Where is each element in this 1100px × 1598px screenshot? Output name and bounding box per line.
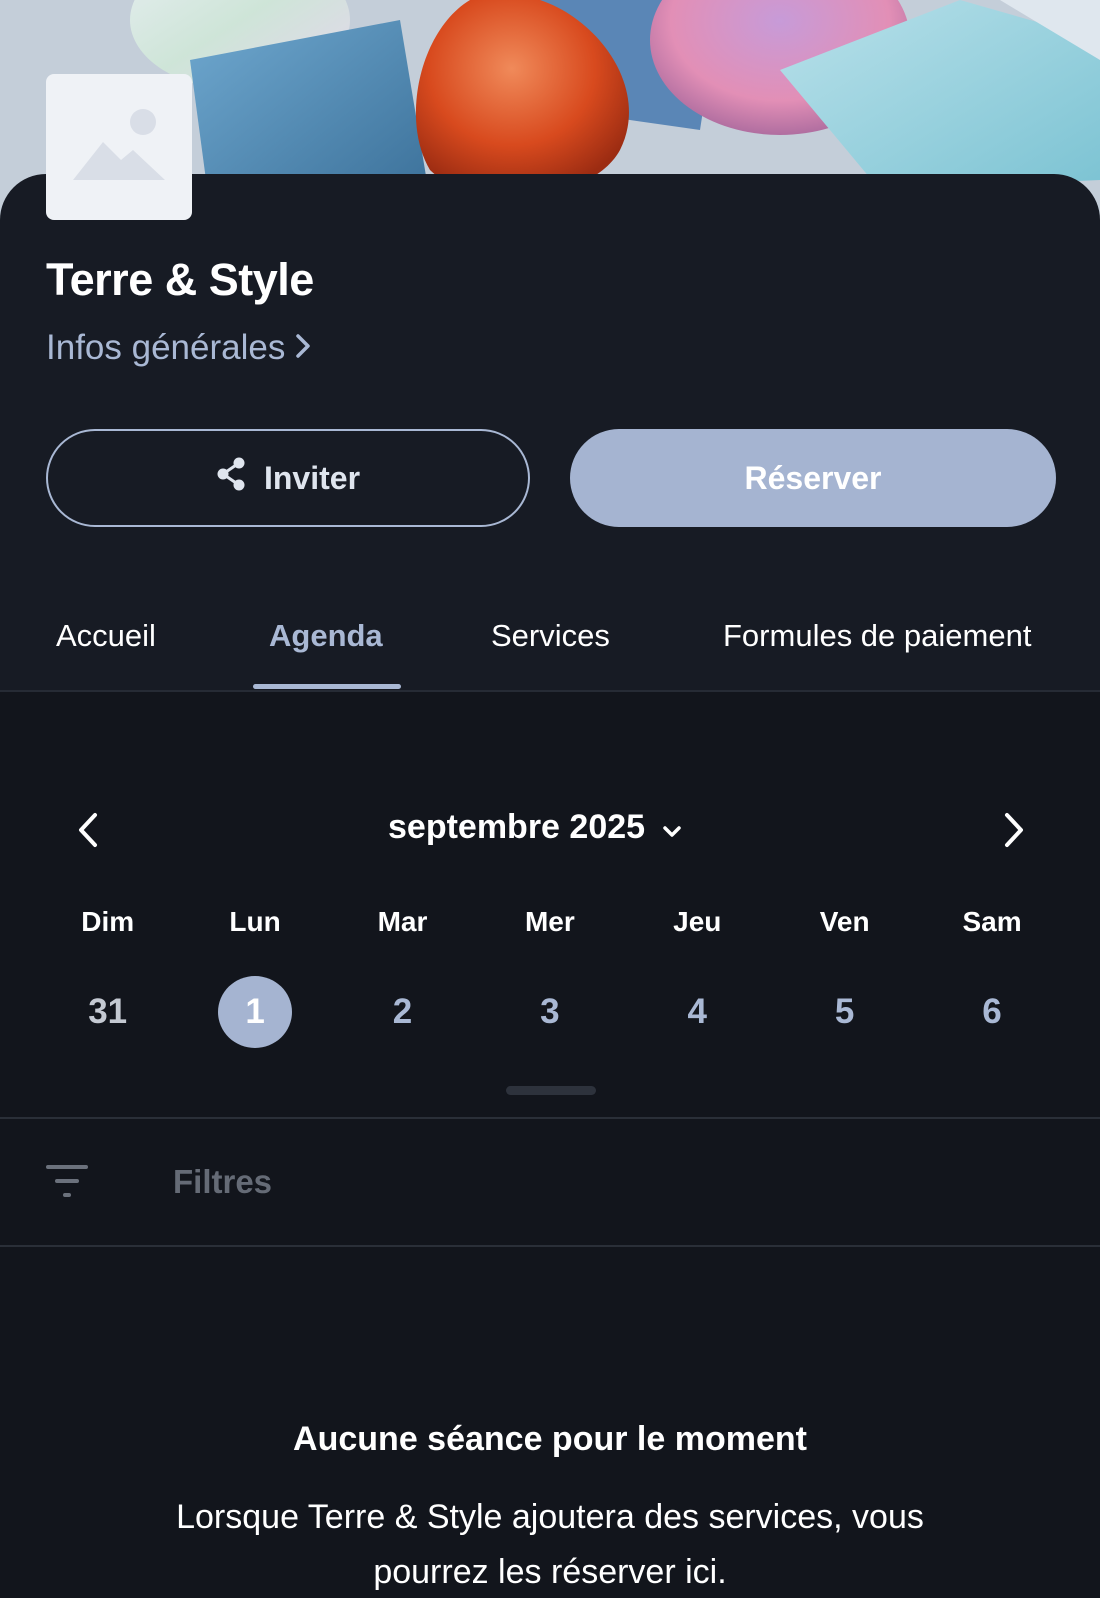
- day-cell-selected[interactable]: 1: [181, 976, 328, 1048]
- weekday-label: Jeu: [673, 906, 722, 937]
- weekday-label: Sam: [962, 906, 1022, 937]
- weekday-label: Mer: [524, 906, 575, 937]
- day-cell[interactable]: 4: [624, 976, 771, 1048]
- active-tab-indicator: [253, 684, 401, 689]
- section-tabs: Accueil Agenda Services Formules de paie…: [0, 600, 1100, 690]
- image-placeholder-icon: [73, 108, 165, 187]
- weekday-label: Dim: [81, 906, 135, 937]
- weekday-label: Ven: [819, 906, 870, 937]
- tab-accueil[interactable]: Accueil: [56, 618, 156, 654]
- business-title: Terre & Style: [46, 254, 314, 305]
- weekday-label: Mar: [377, 906, 428, 937]
- next-week-button[interactable]: [984, 802, 1044, 862]
- tab-agenda[interactable]: Agenda: [269, 618, 383, 654]
- business-logo: [46, 74, 192, 220]
- weekday-label: Lun: [229, 906, 281, 937]
- expand-calendar-handle[interactable]: [506, 1086, 596, 1095]
- chevron-right-icon: [1003, 812, 1025, 853]
- month-label: septembre 2025: [388, 808, 646, 846]
- share-icon: [216, 457, 246, 499]
- day-number: 31: [88, 992, 128, 1031]
- tab-formules-de-paiement[interactable]: Formules de paiement: [723, 618, 1031, 654]
- filters-bar[interactable]: Filtres: [0, 1119, 1100, 1245]
- day-cell[interactable]: 5: [771, 976, 918, 1048]
- chevron-left-icon: [77, 812, 99, 853]
- month-selector[interactable]: septembre 2025: [388, 808, 681, 847]
- chevron-right-icon: [295, 328, 311, 368]
- weekday-header-row: Dim Lun Mar Mer Jeu Ven Sam: [34, 906, 1066, 938]
- book-button[interactable]: Réserver: [570, 429, 1056, 527]
- week-calendar: septembre 2025 Dim Lun Mar Mer Jeu Ven S…: [0, 692, 1100, 1118]
- day-number: 4: [687, 992, 707, 1031]
- day-row: 31 1 2 3 4 5 6: [34, 976, 1066, 1048]
- invite-button[interactable]: Inviter: [46, 429, 530, 527]
- day-number: 2: [392, 992, 413, 1031]
- general-info-label: Infos générales: [46, 328, 286, 367]
- day-number: 3: [540, 992, 560, 1031]
- chevron-down-icon: [663, 808, 681, 847]
- day-cell[interactable]: 3: [476, 976, 623, 1048]
- filters-divider: [0, 1245, 1100, 1247]
- day-cell[interactable]: 6: [918, 976, 1065, 1048]
- day-number: 6: [982, 992, 1002, 1031]
- filters-label: Filtres: [173, 1163, 273, 1200]
- empty-state-message: Lorsque Terre & Style ajoutera des servi…: [176, 1498, 924, 1591]
- day-number: 5: [834, 992, 855, 1031]
- day-cell[interactable]: 31: [34, 976, 181, 1048]
- booking-page: Terre & Style Infos générales Inviter Ré…: [0, 0, 1100, 1598]
- tab-services[interactable]: Services: [491, 618, 610, 654]
- day-cell[interactable]: 2: [329, 976, 476, 1048]
- general-info-link[interactable]: Infos générales: [46, 328, 311, 368]
- invite-label: Inviter: [263, 459, 361, 496]
- empty-state-title: Aucune séance pour le moment: [293, 1420, 807, 1458]
- day-number: 1: [218, 976, 293, 1048]
- previous-week-button[interactable]: [58, 802, 118, 862]
- filter-icon: [46, 1165, 88, 1204]
